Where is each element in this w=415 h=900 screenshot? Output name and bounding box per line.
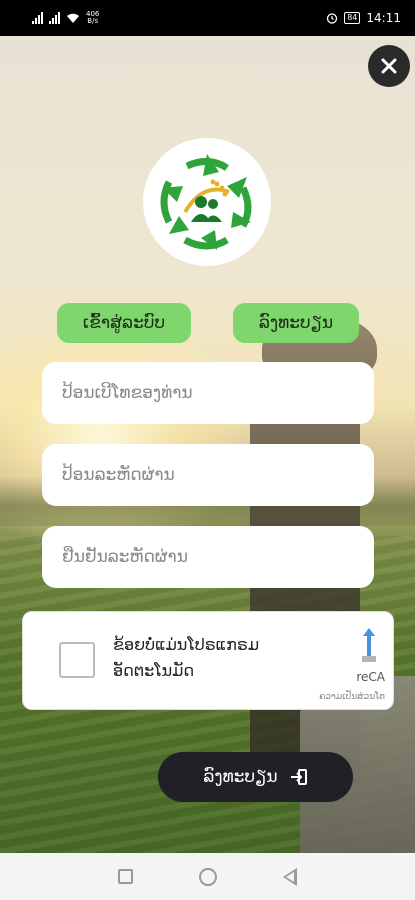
battery-icon: 84 — [344, 12, 361, 24]
app-logo — [143, 138, 271, 266]
status-bar: 406 B/s 84 14:11 — [0, 0, 415, 36]
tab-register[interactable]: ລົງທະບຽນ — [233, 303, 359, 343]
signal-icon — [32, 12, 43, 24]
recaptcha-checkbox[interactable] — [59, 642, 95, 678]
home-icon[interactable] — [199, 867, 217, 886]
app-logo-icon — [160, 154, 252, 250]
register-submit-label: ລົງທະບຽນ — [203, 767, 278, 787]
recaptcha-label-line2: ອັດຕະໂນມັດ — [113, 661, 195, 680]
clock: 14:11 — [366, 11, 401, 25]
close-icon — [381, 58, 397, 74]
tab-login[interactable]: ເຂົ້າສູ່ລະບົບ — [57, 303, 191, 343]
alarm-icon — [327, 13, 338, 24]
password-input[interactable]: ປ້ອນລະຫັດຜ່ານ — [42, 444, 374, 506]
password-placeholder: ປ້ອນລະຫັດຜ່ານ — [62, 465, 175, 485]
net-speed: 406 B/s — [86, 11, 99, 25]
recents-icon[interactable] — [118, 869, 133, 884]
register-submit-button[interactable]: ລົງທະບຽນ — [158, 752, 353, 802]
android-nav-bar — [0, 853, 415, 900]
net-speed-unit: B/s — [87, 17, 99, 25]
status-right: 84 14:11 — [326, 11, 401, 25]
signal-icon — [49, 12, 60, 24]
recaptcha-brand: reCA — [356, 670, 385, 684]
close-button[interactable] — [368, 45, 410, 87]
phone-input[interactable]: ປ້ອນເບີໂທຂອງທ່ານ — [42, 362, 374, 424]
recaptcha-privacy-link[interactable]: ຄວາມເປັນສ່ວນໂຕ — [319, 692, 385, 702]
confirm-password-input[interactable]: ຢືນຢັນລະຫັດຜ່ານ — [42, 526, 374, 588]
confirm-placeholder: ຢືນຢັນລະຫັດຜ່ານ — [62, 547, 188, 567]
back-icon[interactable] — [283, 867, 297, 886]
phone-placeholder: ປ້ອນເບີໂທຂອງທ່ານ — [62, 383, 193, 403]
status-left: 406 B/s — [32, 11, 99, 25]
recaptcha-icon — [362, 628, 376, 662]
recaptcha-widget: ຂ້ອຍບໍ່ແມ່ນໂປຣແກຣມ ອັດຕະໂນມັດ reCA ຄວາມເ… — [22, 611, 394, 710]
sign-in-icon — [290, 769, 307, 785]
recaptcha-label-line1: ຂ້ອຍບໍ່ແມ່ນໂປຣແກຣມ — [113, 635, 260, 654]
recaptcha-label: ຂ້ອຍບໍ່ແມ່ນໂປຣແກຣມ ອັດຕະໂນມັດ — [113, 632, 333, 684]
wifi-icon — [67, 13, 79, 23]
